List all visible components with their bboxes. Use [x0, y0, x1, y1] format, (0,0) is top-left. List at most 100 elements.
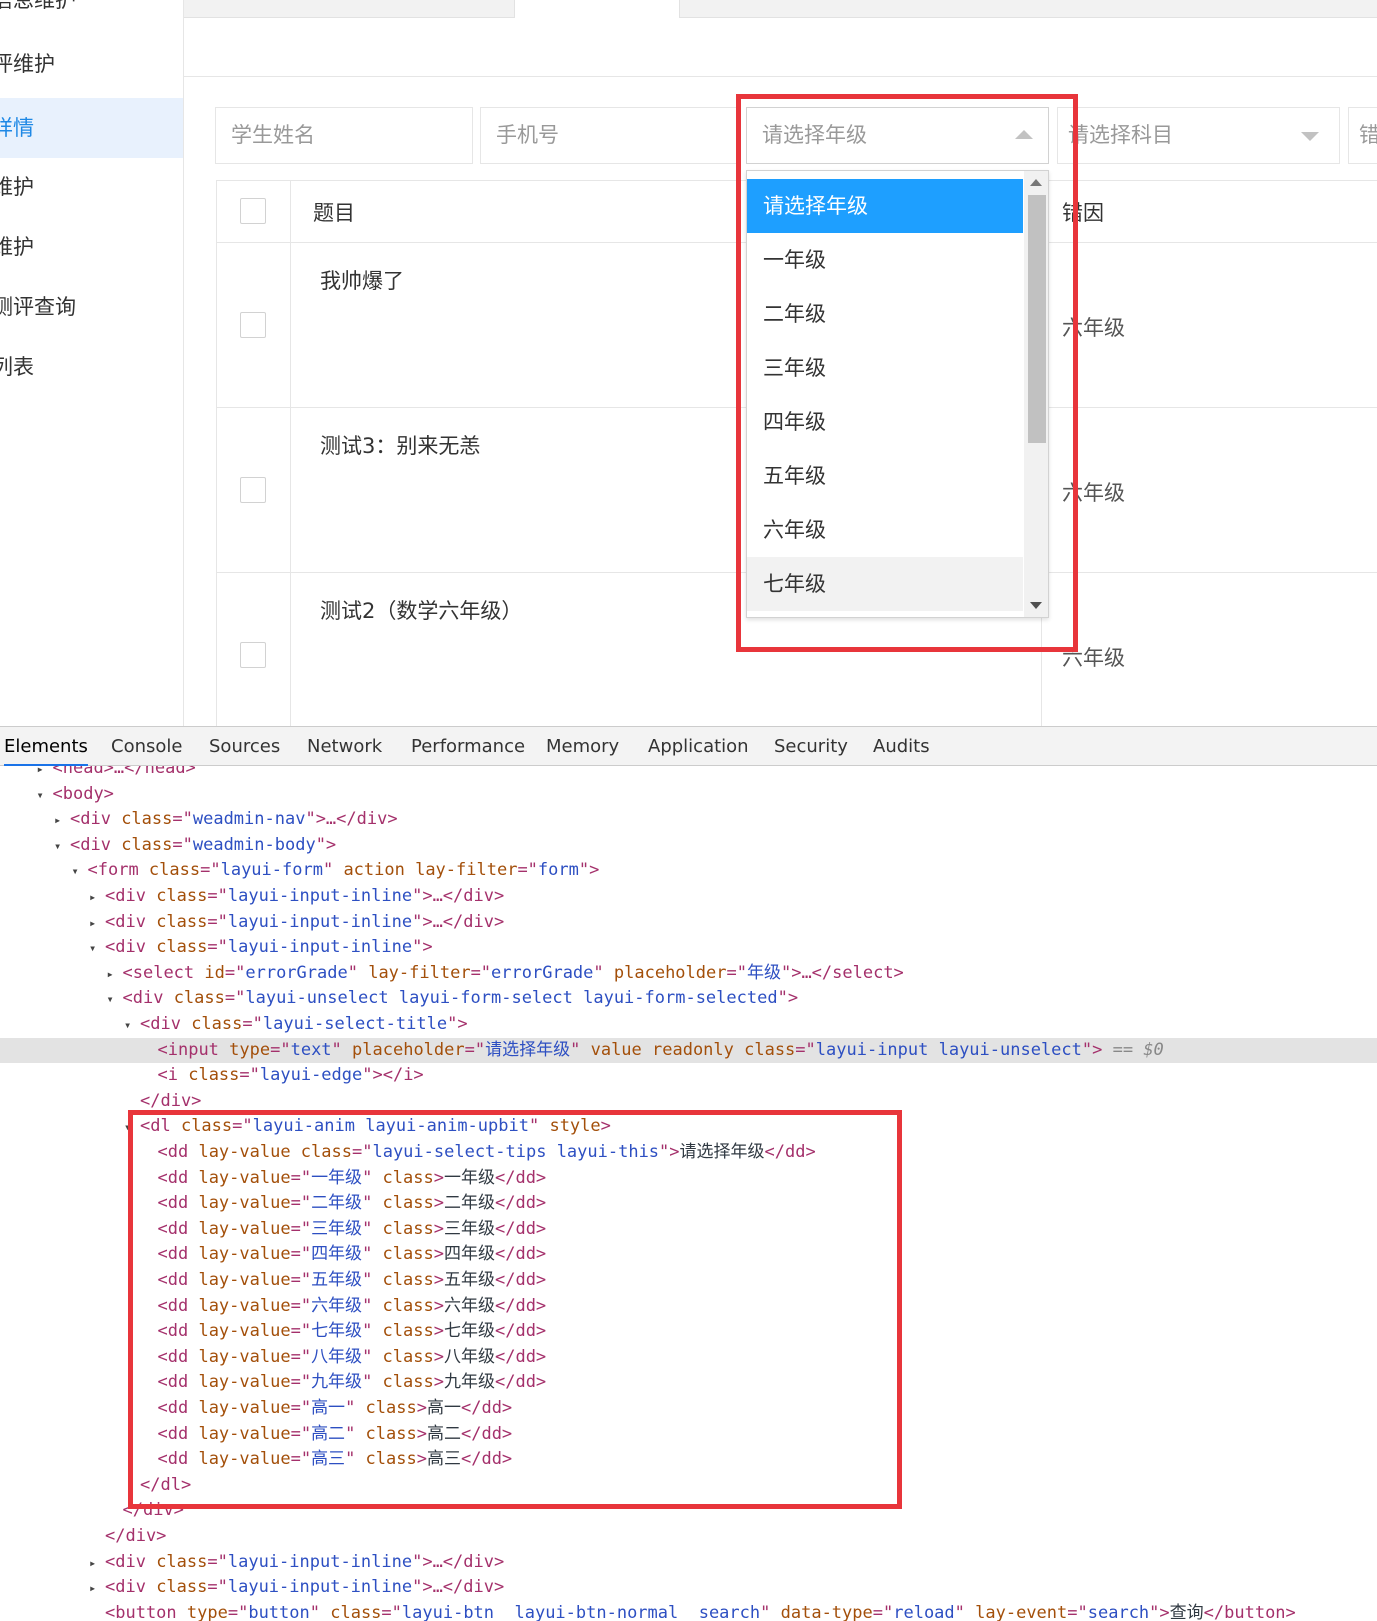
dom-node-line[interactable]: ▾ <div class="layui-input-inline">	[0, 935, 1377, 961]
dom-node-line[interactable]: ▾ <form class="layui-form" action lay-fil…	[0, 858, 1377, 884]
devtools-tab-network[interactable]: Network	[307, 727, 382, 767]
grade-option[interactable]: 二年级	[747, 287, 1023, 341]
dom-node-line[interactable]: <button type="button" class="layui-btn l…	[0, 1601, 1377, 1621]
dom-node-line[interactable]: <dd lay-value="二年级" class>二年级</dd>	[0, 1191, 1377, 1217]
dom-node-line[interactable]: <dd lay-value="九年级" class>九年级</dd>	[0, 1370, 1377, 1396]
grade-option[interactable]: 六年级	[747, 503, 1023, 557]
scroll-down-arrow-icon[interactable]	[1030, 602, 1042, 609]
collapse-arrow-icon[interactable]: ▸	[89, 911, 105, 937]
sidebar-item-maintenance-1[interactable]: 维护	[0, 157, 183, 217]
dom-node-line[interactable]: </div>	[0, 1524, 1377, 1550]
dom-node-line[interactable]: </div>	[0, 1498, 1377, 1524]
dom-node-markup: </dl>	[140, 1474, 192, 1495]
dom-node-line[interactable]: <dd lay-value class="layui-select-tips l…	[0, 1140, 1377, 1166]
dom-node-markup: <dd lay-value="三年级" class>三年级</dd>	[157, 1218, 547, 1239]
scroll-thumb[interactable]	[1028, 195, 1046, 443]
dom-node-line[interactable]: <i class="layui-edge"></i>	[0, 1063, 1377, 1089]
devtools-tab-sources[interactable]: Sources	[209, 727, 280, 767]
dropdown-scrollbar[interactable]	[1024, 171, 1048, 617]
header-title: 题目	[313, 201, 355, 225]
devtools-tab-audits[interactable]: Audits	[873, 727, 930, 767]
dom-node-line[interactable]: <dd lay-value="四年级" class>四年级</dd>	[0, 1242, 1377, 1268]
caret-down-icon	[1301, 132, 1319, 141]
dom-node-markup: <dd lay-value="八年级" class>八年级</dd>	[157, 1346, 547, 1367]
devtools-tab-application[interactable]: Application	[648, 727, 749, 767]
dom-node-line[interactable]: ▾ <div class="weadmin-body">	[0, 833, 1377, 859]
grade-select[interactable]: 请选择年级	[746, 107, 1049, 164]
dom-node-line[interactable]: <dd lay-value="高二" class>高二</dd>	[0, 1422, 1377, 1448]
row-checkbox[interactable]	[240, 642, 266, 668]
sidebar-item-maintenance-2[interactable]: 维护	[0, 217, 183, 277]
dom-node-markup: <dd lay-value="一年级" class>一年级</dd>	[157, 1167, 547, 1188]
grade-option[interactable]: 一年级	[747, 233, 1023, 287]
dom-node-line[interactable]: ▸ <div class="layui-input-inline">…</div>	[0, 1550, 1377, 1576]
dom-node-line[interactable]: <dd lay-value="一年级" class>一年级</dd>	[0, 1166, 1377, 1192]
expand-arrow-icon[interactable]: ▾	[54, 834, 70, 860]
expand-arrow-icon[interactable]: ▾	[72, 859, 88, 885]
grade-option[interactable]: 四年级	[747, 395, 1023, 449]
collapse-arrow-icon[interactable]: ▸	[107, 962, 123, 988]
dom-node-line[interactable]: ▾ <dl class="layui-anim layui-anim-upbit"…	[0, 1114, 1377, 1140]
tab-active[interactable]	[514, 0, 680, 18]
select-all-checkbox[interactable]	[240, 198, 266, 224]
collapse-arrow-icon[interactable]: ▸	[54, 808, 70, 834]
collapse-arrow-icon[interactable]: ▸	[89, 885, 105, 911]
dom-node-line[interactable]: <dd lay-value="七年级" class>七年级</dd>	[0, 1319, 1377, 1345]
dom-node-line[interactable]: <dd lay-value="六年级" class>六年级</dd>	[0, 1294, 1377, 1320]
collapse-arrow-icon[interactable]: ▸	[89, 1576, 105, 1602]
header-reason: 错因	[1062, 201, 1104, 225]
dom-node-line[interactable]: ▸ <select id="errorGrade" lay-filter="err…	[0, 961, 1377, 987]
dom-node-line[interactable]: ▸ <div class="weadmin-nav">…</div>	[0, 807, 1377, 833]
grade-option[interactable]: 三年级	[747, 341, 1023, 395]
phone-input[interactable]: 手机号	[480, 107, 738, 164]
dom-node-line[interactable]: ▸ <div class="layui-input-inline">…</div>	[0, 910, 1377, 936]
grade-option[interactable]: 请选择年级	[747, 179, 1023, 233]
dom-node-line[interactable]: ▸ <head>…</head>	[0, 766, 1377, 782]
dom-node-markup: <div class="layui-input-inline">	[105, 937, 433, 958]
dom-node-line[interactable]: <dd lay-value="高一" class>高一</dd>	[0, 1396, 1377, 1422]
dom-node-line[interactable]: ▾ <div class="layui-unselect layui-form-s…	[0, 986, 1377, 1012]
expand-arrow-icon[interactable]: ▾	[124, 1115, 140, 1141]
row-checkbox[interactable]	[240, 477, 266, 503]
dom-node-line[interactable]: ▸ <div class="layui-input-inline">…</div>	[0, 884, 1377, 910]
dom-node-line[interactable]: ▾ <div class="layui-select-title">	[0, 1012, 1377, 1038]
row-grade: 六年级	[1062, 646, 1125, 670]
devtools-tab-elements[interactable]: Elements	[4, 727, 88, 767]
grade-option[interactable]: 七年级	[747, 557, 1023, 611]
expand-arrow-icon[interactable]: ▾	[89, 936, 105, 962]
devtools-tab-security[interactable]: Security	[774, 727, 848, 767]
subject-select[interactable]: 请选择科目	[1057, 107, 1340, 164]
expand-arrow-icon[interactable]: ▾	[37, 783, 53, 809]
devtools-tab-performance[interactable]: Performance	[411, 727, 525, 767]
expand-arrow-icon[interactable]: ▾	[107, 987, 123, 1013]
dom-node-line[interactable]: </div>	[0, 1089, 1377, 1115]
dom-node-line[interactable]: ▾ <body>	[0, 782, 1377, 808]
dom-node-line[interactable]: </dl>	[0, 1473, 1377, 1499]
scroll-up-arrow-icon[interactable]	[1030, 179, 1042, 186]
collapse-arrow-icon[interactable]: ▸	[37, 766, 53, 783]
sidebar-item-list[interactable]: 列表	[0, 337, 183, 397]
dom-node-line[interactable]: <input type="text" placeholder="请选择年级" v…	[0, 1037, 1377, 1064]
error-select[interactable]: 错	[1348, 107, 1377, 164]
elements-dom-tree[interactable]: ▸ <head>…</head> ▾ <body> ▸ <div class="weadm…	[0, 766, 1377, 1621]
dom-node-line[interactable]: ▸ <div class="layui-input-inline">…</div>	[0, 1575, 1377, 1601]
sidebar-item-eval-maintenance[interactable]: 评维护	[0, 34, 183, 94]
expand-arrow-icon[interactable]: ▾	[124, 1013, 140, 1039]
devtools-tab-memory[interactable]: Memory	[546, 727, 619, 767]
row-checkbox[interactable]	[240, 312, 266, 338]
devtools-tab-console[interactable]: Console	[111, 727, 182, 767]
sidebar-item-info-maintenance[interactable]: 信息维护	[0, 0, 183, 30]
dom-node-line[interactable]: <dd lay-value="五年级" class>五年级</dd>	[0, 1268, 1377, 1294]
sidebar-item-details[interactable]: 详情	[0, 98, 183, 158]
sidebar-item-eval-query[interactable]: 测评查询	[0, 277, 183, 337]
grade-dropdown[interactable]: 请选择年级 一年级 二年级 三年级 四年级 五年级 六年级 七年级	[746, 170, 1049, 618]
dom-node-line[interactable]: <dd lay-value="三年级" class>三年级</dd>	[0, 1217, 1377, 1243]
collapse-arrow-icon[interactable]: ▸	[89, 1551, 105, 1577]
dom-node-markup: <i class="layui-edge"></i>	[157, 1065, 424, 1086]
dom-node-line[interactable]: <dd lay-value="八年级" class>八年级</dd>	[0, 1345, 1377, 1371]
dom-node-line[interactable]: <dd lay-value="高三" class>高三</dd>	[0, 1447, 1377, 1473]
sidebar-item-label: 评维护	[0, 52, 55, 76]
grade-option[interactable]: 五年级	[747, 449, 1023, 503]
student-name-input[interactable]: 学生姓名	[215, 107, 473, 164]
dom-node-markup: <input type="text" placeholder="请选择年级" v…	[157, 1039, 1164, 1060]
